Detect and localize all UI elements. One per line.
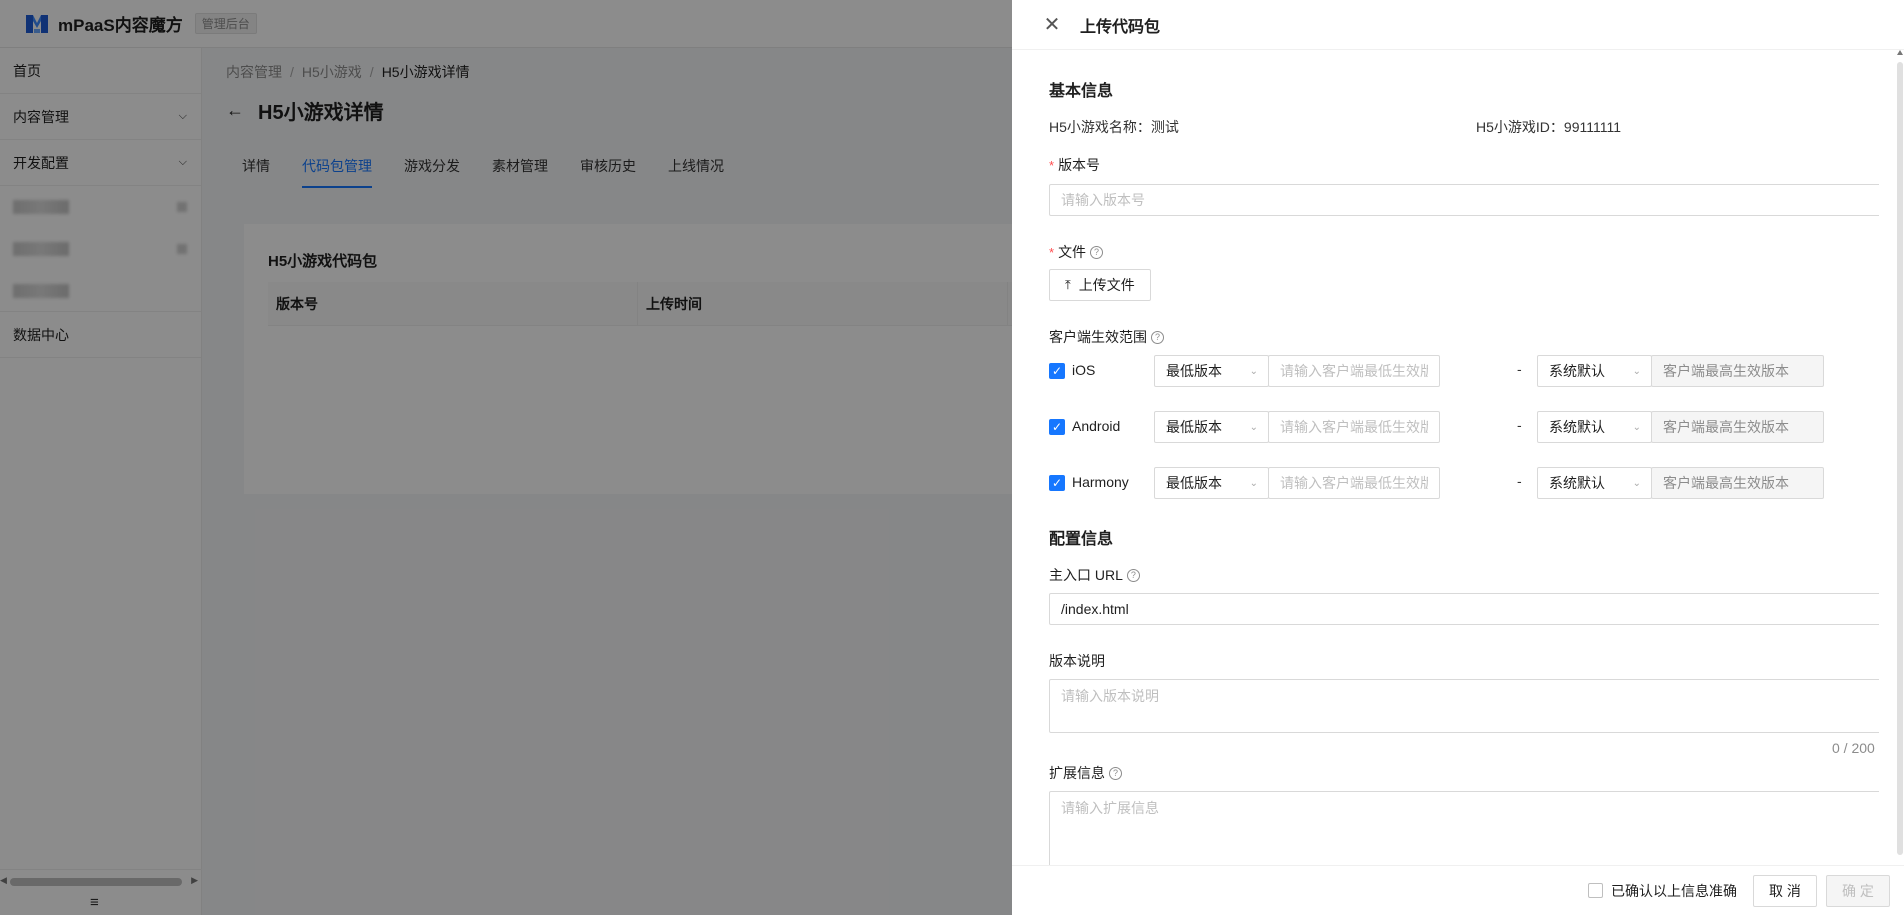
ext-info-textarea[interactable]: [1049, 791, 1879, 865]
upload-file-button[interactable]: ⤒ 上传文件: [1049, 269, 1151, 301]
upload-file-button-label: 上传文件: [1078, 277, 1135, 293]
range-dash: -: [1517, 417, 1522, 433]
chevron-down-icon: ⌄: [1249, 421, 1258, 433]
vertical-scrollbar[interactable]: [1896, 50, 1904, 865]
harmony-max-version-select[interactable]: 系统默认 ⌄: [1537, 467, 1652, 499]
android-max-version-input: [1651, 411, 1824, 443]
harmony-checkbox[interactable]: ✓: [1049, 475, 1065, 491]
game-name-value: 测试: [1150, 119, 1179, 135]
entry-url-label: 主入口 URL ?: [1049, 565, 1140, 585]
game-id-label: H5小游戏ID：: [1476, 119, 1564, 135]
version-field-label: * 版本号: [1049, 155, 1100, 175]
help-icon[interactable]: ?: [1109, 766, 1122, 780]
version-desc-textarea[interactable]: [1049, 679, 1879, 733]
ext-info-label-text: 扩展信息: [1049, 765, 1105, 781]
client-range-label: 客户端生效范围 ?: [1049, 327, 1164, 347]
cancel-button[interactable]: 取 消: [1753, 875, 1817, 907]
version-input[interactable]: [1049, 184, 1879, 216]
select-value: 系统默认: [1549, 419, 1605, 435]
confirm-label: 已确认以上信息准确: [1611, 883, 1737, 899]
harmony-min-version-select[interactable]: 最低版本 ⌄: [1154, 467, 1269, 499]
ios-checkbox[interactable]: ✓: [1049, 363, 1065, 379]
upload-drawer: ✕ 上传代码包 基本信息 H5小游戏名称：测试 H5小游戏ID：99111111…: [1012, 0, 1904, 915]
drawer-body: 基本信息 H5小游戏名称：测试 H5小游戏ID：99111111 * 版本号 *…: [1037, 50, 1879, 865]
harmony-label: Harmony: [1072, 474, 1129, 490]
android-checkbox[interactable]: ✓: [1049, 419, 1065, 435]
select-value: 系统默认: [1549, 475, 1605, 491]
chevron-down-icon: ⌄: [1632, 421, 1641, 433]
client-range-label-text: 客户端生效范围: [1049, 329, 1147, 345]
android-min-version-select[interactable]: 最低版本 ⌄: [1154, 411, 1269, 443]
drawer-title: 上传代码包: [1080, 18, 1161, 36]
select-value: 最低版本: [1166, 475, 1222, 491]
select-value: 最低版本: [1166, 419, 1222, 435]
harmony-min-version-input[interactable]: [1268, 467, 1440, 499]
confirm-checkbox[interactable]: [1588, 883, 1603, 898]
game-id-info: H5小游戏ID：99111111: [1476, 117, 1621, 137]
char-counter: 0 / 200: [1832, 740, 1875, 756]
android-max-version-select[interactable]: 系统默认 ⌄: [1537, 411, 1652, 443]
version-desc-label: 版本说明: [1049, 651, 1105, 671]
ext-info-label: 扩展信息 ?: [1049, 763, 1122, 783]
entry-url-label-text: 主入口 URL: [1049, 567, 1123, 583]
ios-min-version-select[interactable]: 最低版本 ⌄: [1154, 355, 1269, 387]
game-name-info: H5小游戏名称：测试: [1049, 117, 1179, 137]
file-field-label: * 文件 ?: [1049, 242, 1104, 262]
version-label-text: 版本号: [1058, 157, 1101, 173]
range-dash: -: [1517, 361, 1522, 377]
select-value: 系统默认: [1549, 363, 1605, 379]
section-title-basic: 基本信息: [1049, 83, 1114, 100]
android-min-version-input[interactable]: [1268, 411, 1440, 443]
drawer-header: ✕ 上传代码包: [1012, 0, 1904, 50]
ios-max-version-select[interactable]: 系统默认 ⌄: [1537, 355, 1652, 387]
android-label: Android: [1072, 418, 1121, 434]
select-value: 最低版本: [1166, 363, 1222, 379]
game-id-value: 99111111: [1563, 119, 1621, 135]
ios-label: iOS: [1072, 362, 1096, 378]
help-icon[interactable]: ?: [1126, 568, 1140, 582]
file-label-text: 文件: [1058, 244, 1087, 260]
close-icon[interactable]: ✕: [1042, 15, 1062, 35]
upload-icon: ⤒: [1065, 277, 1071, 292]
chevron-down-icon: ⌄: [1249, 477, 1258, 489]
ios-min-version-input[interactable]: [1268, 355, 1440, 387]
harmony-max-version-input: [1651, 467, 1824, 499]
chevron-down-icon: ⌄: [1249, 365, 1258, 377]
range-dash: -: [1517, 473, 1522, 489]
drawer-footer: 已确认以上信息准确 取 消 确 定: [1012, 865, 1904, 915]
chevron-down-icon: ⌄: [1632, 477, 1641, 489]
version-desc-label-text: 版本说明: [1049, 653, 1105, 669]
help-icon[interactable]: ?: [1151, 330, 1164, 344]
game-name-label: H5小游戏名称：: [1049, 119, 1151, 135]
entry-url-input[interactable]: [1049, 593, 1879, 625]
required-mark: *: [1049, 157, 1055, 173]
ios-max-version-input: [1651, 355, 1824, 387]
section-title-config: 配置信息: [1049, 531, 1114, 548]
help-icon[interactable]: ?: [1090, 245, 1104, 259]
ok-button[interactable]: 确 定: [1826, 875, 1890, 907]
chevron-down-icon: ⌄: [1632, 365, 1641, 377]
required-mark: *: [1049, 244, 1055, 260]
